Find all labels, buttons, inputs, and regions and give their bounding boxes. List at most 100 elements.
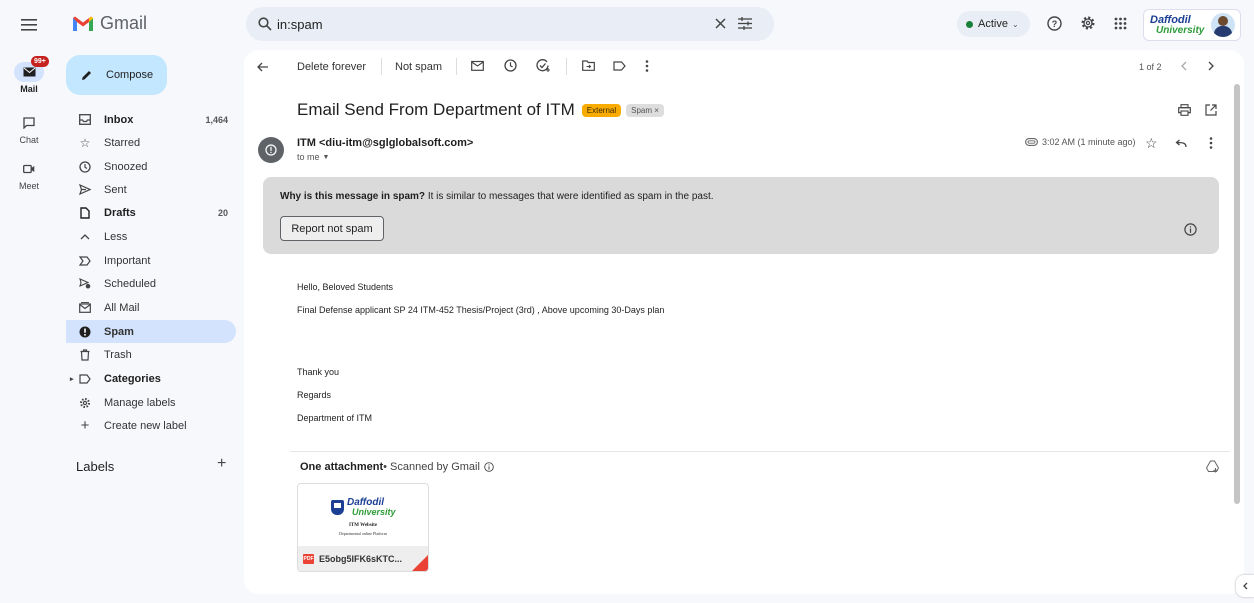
- sender-name[interactable]: ITM <diu-itm@sglglobalsoft.com>: [297, 137, 473, 149]
- body-line: Final Defense applicant SP 24 ITM-452 Th…: [297, 305, 665, 315]
- spam-warning-avatar-icon: [265, 144, 277, 156]
- thumb-subtitle: Departmental online Platform: [339, 531, 387, 536]
- sender-avatar[interactable]: [258, 137, 284, 163]
- clear-search-icon[interactable]: [715, 18, 726, 29]
- sidebar-item-sent[interactable]: Sent: [66, 178, 236, 201]
- spam-notice-reason: It is similar to messages that were iden…: [425, 191, 714, 202]
- attachment-heading: One attachment: [300, 461, 384, 473]
- next-page-icon[interactable]: [1208, 61, 1215, 71]
- gmail-wordmark: Gmail: [100, 13, 148, 33]
- sidebar-item-less[interactable]: Less: [66, 225, 236, 248]
- gmail-logo[interactable]: Gmail: [72, 13, 147, 34]
- star-message-icon[interactable]: ☆: [1145, 135, 1158, 152]
- sidebar-item-snoozed[interactable]: Snoozed: [66, 155, 236, 178]
- inbox-icon: [78, 113, 92, 127]
- compose-button[interactable]: Compose: [66, 55, 167, 95]
- sidebar-item-important[interactable]: Important: [66, 249, 236, 272]
- settings-gear-icon[interactable]: [1080, 15, 1096, 31]
- attachment-thumbnail: Daffodil University ITM Website Departme…: [298, 484, 428, 544]
- delete-forever-button[interactable]: Delete forever: [297, 61, 366, 73]
- thumb-title: ITM Website: [348, 523, 378, 528]
- rail-chat[interactable]: Chat: [0, 113, 58, 145]
- sidebar-item-all-mail[interactable]: All Mail: [66, 296, 236, 319]
- print-icon[interactable]: [1178, 104, 1191, 116]
- scan-info-icon[interactable]: [484, 462, 494, 472]
- add-label-plus-icon[interactable]: +: [217, 455, 226, 473]
- rail-mail[interactable]: 99+ Mail: [0, 56, 58, 94]
- scheduled-send-icon: [78, 277, 92, 291]
- add-task-icon[interactable]: [536, 59, 550, 73]
- label-tag-icon[interactable]: [613, 61, 627, 75]
- status-chip[interactable]: Active ⌄: [957, 11, 1030, 37]
- rail-meet[interactable]: Meet: [0, 159, 58, 191]
- sidebar-item-inbox[interactable]: Inbox 1,464: [66, 108, 236, 131]
- thumb-logo: Daffodil University: [331, 498, 396, 517]
- chevron-down-icon: ⌄: [1011, 19, 1019, 29]
- status-label: Active: [978, 18, 1008, 30]
- body-thanks: Thank you: [297, 367, 340, 377]
- meet-rail-icon-wrap: [14, 159, 44, 179]
- avatar[interactable]: [1211, 13, 1236, 37]
- previous-page-icon[interactable]: [1180, 61, 1187, 71]
- university-logo: Daffodil University: [1150, 14, 1205, 36]
- sidebar-item-label: All Mail: [104, 301, 140, 314]
- sidebar-item-create-label[interactable]: + Create new label: [66, 414, 236, 437]
- back-arrow-icon[interactable]: [257, 62, 269, 72]
- sidebar-item-drafts[interactable]: Drafts 20: [66, 201, 236, 224]
- search-icon[interactable]: [258, 17, 272, 31]
- sidebar-item-label: Inbox: [104, 113, 134, 126]
- more-vert-icon[interactable]: [645, 60, 659, 74]
- label-icon: [78, 372, 92, 386]
- not-spam-button[interactable]: Not spam: [395, 61, 442, 73]
- brand-bottom: University: [1156, 24, 1205, 36]
- apps-grid-icon[interactable]: [1114, 17, 1127, 30]
- snooze-clock-icon[interactable]: [504, 59, 518, 73]
- trash-icon: [78, 348, 92, 362]
- mark-unread-icon[interactable]: [471, 60, 485, 74]
- body-signature: Department of ITM: [297, 413, 373, 423]
- attachment-card[interactable]: Daffodil University ITM Website Departme…: [297, 483, 429, 572]
- side-panel-toggle[interactable]: [1236, 575, 1254, 597]
- compose-label: Compose: [106, 69, 154, 81]
- toolbar-divider: [381, 58, 382, 75]
- recipient-text: to me: [297, 152, 320, 162]
- active-dot-icon: [966, 20, 973, 28]
- add-to-drive-icon[interactable]: [1206, 460, 1219, 473]
- draft-icon: [78, 206, 92, 220]
- sidebar-item-trash[interactable]: Trash: [66, 343, 236, 366]
- sidebar-item-categories[interactable]: ▸ Categories: [66, 367, 236, 390]
- scrollbar-thumb[interactable]: [1234, 84, 1240, 504]
- open-in-new-window-icon[interactable]: [1205, 104, 1217, 116]
- reply-icon[interactable]: [1175, 139, 1187, 148]
- help-icon[interactable]: ?: [1047, 16, 1062, 31]
- recipient-line[interactable]: to me ▼: [297, 152, 329, 162]
- search-bar[interactable]: in:spam: [246, 7, 774, 41]
- message-more-icon[interactable]: [1209, 137, 1213, 149]
- email-body: Hello, Beloved Students Final Defense ap…: [297, 282, 664, 423]
- sidebar-item-manage-labels[interactable]: Manage labels: [66, 391, 236, 414]
- spam-notice-question: Why is this message in spam?: [280, 191, 426, 202]
- toolbar-divider: [456, 58, 457, 75]
- account-chip[interactable]: Daffodil University: [1143, 9, 1241, 41]
- info-icon[interactable]: [1184, 223, 1197, 236]
- sidebar-item-label: Scheduled: [104, 277, 156, 290]
- thumb-crest-icon: [331, 500, 344, 515]
- gmail-m-icon: [73, 16, 93, 31]
- sidebar-item-label: Manage labels: [104, 396, 176, 409]
- search-input[interactable]: in:spam: [277, 17, 323, 32]
- sidebar-item-label: Sent: [104, 183, 127, 196]
- sidebar-item-label: Starred: [104, 136, 141, 149]
- sidebar-item-scheduled[interactable]: Scheduled: [66, 272, 236, 295]
- body-greeting: Hello, Beloved Students: [297, 282, 394, 292]
- sidebar-item-spam[interactable]: Spam: [66, 320, 236, 343]
- main-menu-button[interactable]: [16, 12, 42, 38]
- star-icon: ☆: [79, 135, 91, 150]
- spam-label-chip[interactable]: Spam ×: [626, 103, 664, 117]
- move-to-folder-icon[interactable]: [582, 60, 596, 74]
- search-options-icon[interactable]: [738, 17, 752, 30]
- attachments-divider: [290, 451, 1230, 452]
- attachment-corner-fold: [412, 555, 428, 571]
- sidebar-item-starred[interactable]: ☆ Starred: [66, 131, 236, 154]
- mail-rail-icon-wrap: 99+: [14, 56, 49, 82]
- report-not-spam-button[interactable]: Report not spam: [280, 216, 384, 241]
